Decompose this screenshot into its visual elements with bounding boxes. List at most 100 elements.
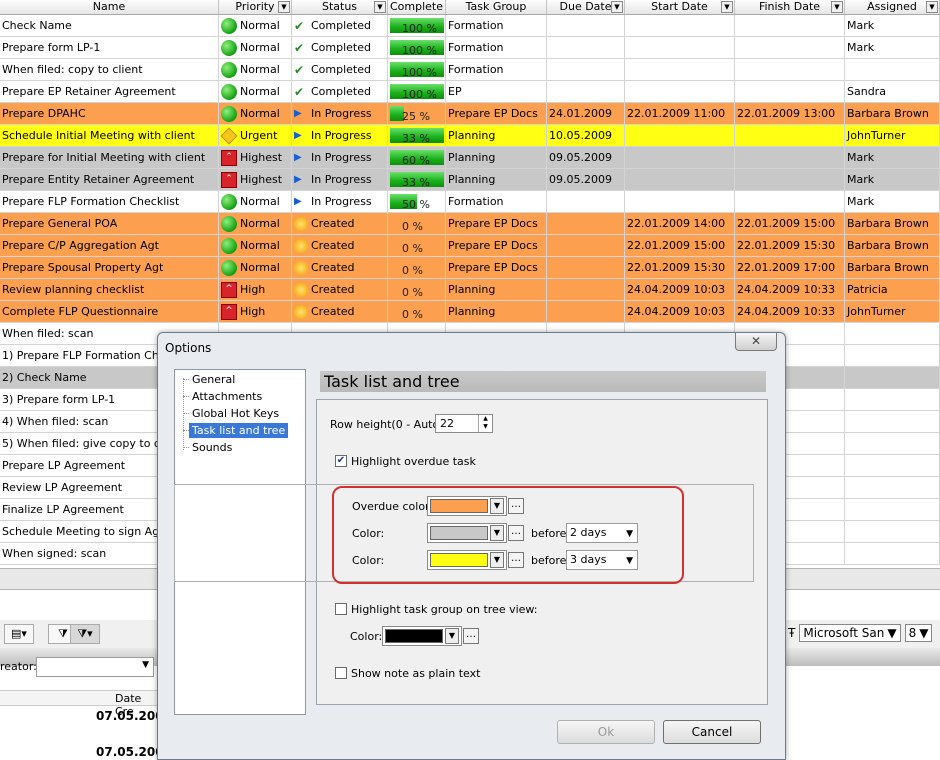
col-assigned[interactable]: Assigned ▼ <box>845 0 940 14</box>
days-combo-2[interactable]: ▼ 3 days <box>566 550 638 570</box>
ok-button[interactable]: Ok <box>557 720 655 744</box>
task-group-cell: Prepare EP Docs <box>446 235 547 256</box>
assigned-cell: Mark <box>845 37 940 58</box>
table-row[interactable]: When filed: copy to client Normal ✔ Complet… <box>0 59 940 81</box>
status-cell: ▶ In Progress <box>292 147 388 168</box>
cancel-button[interactable]: Cancel <box>663 720 761 744</box>
filter-dropdown-icon[interactable]: ▼ <box>831 1 843 13</box>
filter-dropdown-icon[interactable]: ▼ <box>926 1 938 13</box>
table-row[interactable]: Schedule Initial Meeting with client Urge… <box>0 125 940 147</box>
col-task-group[interactable]: Task Group <box>446 0 547 14</box>
col-priority[interactable]: Priority ▼ <box>219 0 292 14</box>
task-name-cell: Prepare form LP-1 <box>0 37 219 58</box>
table-row[interactable]: Check Name Normal ✔ Completed 100 % Formation… <box>0 15 940 37</box>
assigned-cell: Barbara Brown <box>845 103 940 124</box>
color-picker-2[interactable]: ▼ <box>427 550 507 570</box>
panel-title: Task list and tree <box>320 371 766 392</box>
col-name[interactable]: Name <box>0 0 219 14</box>
date-created-value: 07.05.200 <box>96 745 164 759</box>
table-row[interactable]: Prepare Entity Retainer Agreement ⌃ Highes… <box>0 169 940 191</box>
assigned-cell <box>845 389 940 410</box>
table-row[interactable]: Review planning checklist ^ High Created 0 %… <box>0 279 940 301</box>
progress-bar: 100 % <box>390 62 444 79</box>
table-row[interactable]: Prepare Spousal Property Agt Normal Create… <box>0 257 940 279</box>
highlight-group-label: Highlight task group on tree view: <box>351 603 538 616</box>
status-cell: Created <box>292 301 388 322</box>
close-button[interactable]: ✕ <box>735 333 777 351</box>
color-picker-1[interactable]: ▼ <box>427 523 507 543</box>
priority-normal-icon <box>221 237 237 254</box>
filter-dropdown-icon[interactable]: ▼ <box>374 1 386 13</box>
task-name-cell: Schedule Initial Meeting with client <box>0 125 219 146</box>
filter-dropdown-icon[interactable]: ▼ <box>611 1 623 13</box>
complete-cell: 0 % <box>388 301 446 322</box>
days-combo-1[interactable]: ▼ 2 days <box>566 523 638 543</box>
color-label-2: Color: <box>352 554 385 567</box>
highlight-overdue-checkbox[interactable]: ✔ <box>335 455 347 467</box>
priority-normal-icon <box>221 215 237 232</box>
tree-item-sounds[interactable]: Sounds <box>189 440 235 455</box>
assigned-cell: Barbara Brown <box>845 235 940 256</box>
due-date-cell <box>547 37 625 58</box>
table-row[interactable]: Prepare for Initial Meeting with client ⌃… <box>0 147 940 169</box>
filter-active-icon[interactable]: ⧩▾ <box>70 624 100 644</box>
dialog-title: Options <box>165 341 212 355</box>
priority-high-icon: ^ <box>221 281 237 298</box>
col-finish-date[interactable]: Finish Date ▼ <box>735 0 845 14</box>
chevron-down-icon: ▼ <box>626 529 633 539</box>
group-color-picker[interactable]: ▼ <box>382 626 462 646</box>
table-row[interactable]: Complete FLP Questionnaire ^ High Created 0 … <box>0 301 940 323</box>
assigned-cell <box>845 455 940 476</box>
filter-dropdown-icon[interactable]: ▼ <box>721 1 733 13</box>
font-size-combo[interactable]: 8 ▼ <box>904 624 933 642</box>
date-created-header[interactable]: Date Cre <box>0 690 160 718</box>
complete-cell: 0 % <box>388 213 446 234</box>
color-swatch <box>430 499 488 513</box>
col-due-date[interactable]: Due Date ▼ <box>547 0 625 14</box>
chevron-down-icon[interactable]: ▼ <box>490 498 504 514</box>
table-row[interactable]: Prepare form LP-1 Normal ✔ Completed 100 % Fo… <box>0 37 940 59</box>
tree-item-general[interactable]: General <box>189 372 238 387</box>
progress-bar: 100 % <box>390 18 444 35</box>
task-group-cell: Prepare EP Docs <box>446 213 547 234</box>
task-name-cell: Complete FLP Questionnaire <box>0 301 219 322</box>
view-toggle-icon[interactable]: ▤▾ <box>4 624 34 644</box>
highlight-group-checkbox[interactable] <box>335 603 347 615</box>
table-row[interactable]: Prepare DPAHC Normal ▶ In Progress 25 % Prepa… <box>0 103 940 125</box>
priority-cell: Urgent <box>219 125 292 146</box>
due-date-cell <box>547 279 625 300</box>
creator-combo[interactable]: ▼ <box>36 657 154 677</box>
tree-item-task-list[interactable]: Task list and tree <box>189 423 289 438</box>
table-row[interactable]: Prepare EP Retainer Agreement Normal ✔ Comp… <box>0 81 940 103</box>
priority-cell: ^ High <box>219 301 292 322</box>
font-name-combo[interactable]: Microsoft San ▼ <box>799 624 901 642</box>
col-complete[interactable]: Complete <box>388 0 446 14</box>
assigned-cell <box>845 543 940 564</box>
task-group-cell: Formation <box>446 15 547 36</box>
show-note-checkbox[interactable] <box>335 667 347 679</box>
color-more-button-2[interactable]: … <box>508 552 524 568</box>
progress-bar: 33 % <box>390 172 444 189</box>
assigned-cell <box>845 521 940 542</box>
color-more-button-1[interactable]: … <box>508 525 524 541</box>
table-row[interactable]: Prepare C/P Aggregation Agt Normal Created… <box>0 235 940 257</box>
col-start-date[interactable]: Start Date ▼ <box>625 0 735 14</box>
assigned-cell: Barbara Brown <box>845 213 940 234</box>
start-date-cell: 24.04.2009 10:03 <box>625 301 735 322</box>
row-height-label: Row height(0 - Auto): <box>330 418 448 431</box>
chevron-down-icon[interactable]: ▼ <box>445 628 459 644</box>
progress-bar: 25 % <box>390 106 444 123</box>
row-height-spinner[interactable]: 22 ▲ ▼ <box>435 414 493 433</box>
filter-dropdown-icon[interactable]: ▼ <box>278 1 290 13</box>
overdue-color-more-button[interactable]: … <box>508 498 524 514</box>
chevron-down-icon[interactable]: ▼ <box>490 525 504 541</box>
tree-item-global-hot-keys[interactable]: Global Hot Keys <box>189 406 282 421</box>
group-color-more-button[interactable]: … <box>463 628 479 644</box>
overdue-color-picker[interactable]: ▼ <box>427 496 507 516</box>
tree-item-attachments[interactable]: Attachments <box>189 389 265 404</box>
chevron-down-icon[interactable]: ▼ <box>490 552 504 568</box>
col-status[interactable]: Status ▼ <box>292 0 388 14</box>
task-name-cell: Prepare EP Retainer Agreement <box>0 81 219 102</box>
table-row[interactable]: Prepare FLP Formation Checklist Normal ▶ In… <box>0 191 940 213</box>
table-row[interactable]: Prepare General POA Normal Created 0 % Prepa… <box>0 213 940 235</box>
